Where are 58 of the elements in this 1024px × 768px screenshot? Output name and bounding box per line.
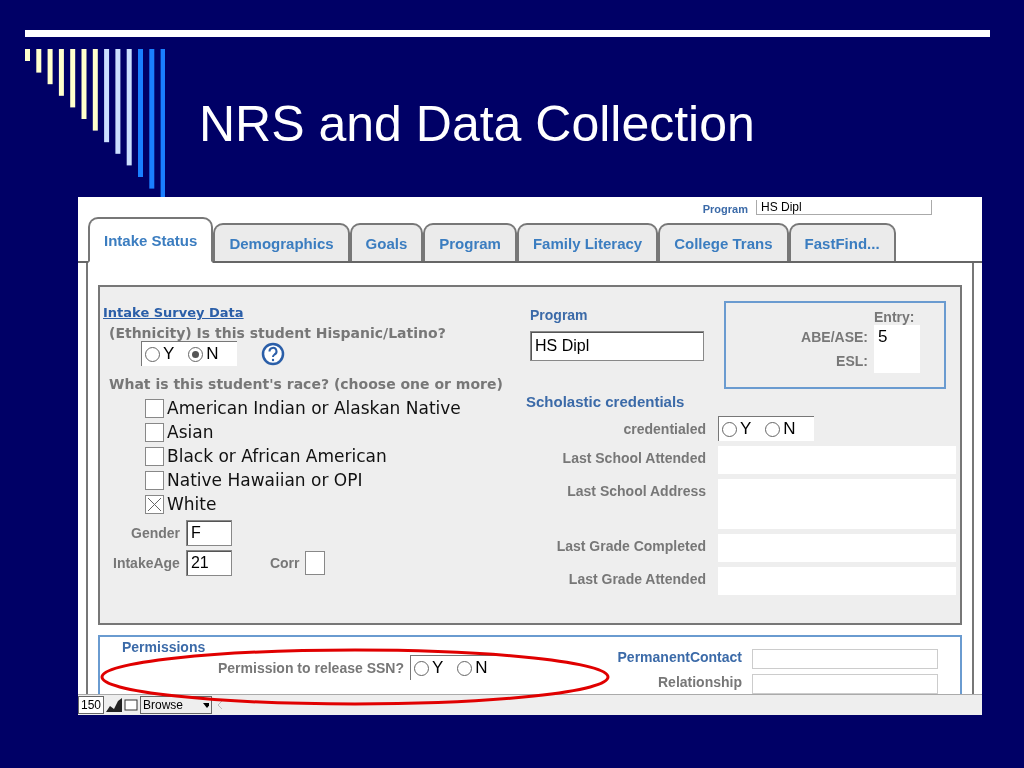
program-label: Program <box>702 203 748 215</box>
checkbox[interactable] <box>145 494 164 514</box>
contact-label: Relationship <box>657 673 742 692</box>
race-option[interactable]: American Indian or Alaskan Native <box>145 396 510 420</box>
help-icon[interactable] <box>260 341 285 366</box>
field-label: Last School Address <box>566 482 706 499</box>
tab[interactable]: FastFind... <box>788 223 896 261</box>
checkbox[interactable] <box>145 470 164 490</box>
program-field[interactable]: HS Dipl <box>530 331 704 361</box>
intake-age-field[interactable]: 21 <box>185 550 232 576</box>
tab[interactable]: College Trans <box>658 223 789 261</box>
contact-label: PermanentContact <box>616 649 742 667</box>
corr-label: Corr <box>269 555 300 571</box>
race-option[interactable]: Native Hawaiian or OPI <box>145 468 510 492</box>
radio-option[interactable]: N <box>457 658 488 678</box>
field-label: Last Grade Completed <box>555 537 706 554</box>
chart-icon[interactable] <box>106 698 123 712</box>
checkbox[interactable] <box>145 398 164 418</box>
radio-option[interactable]: N <box>188 344 219 364</box>
race-option[interactable]: White <box>145 492 510 516</box>
checkbox[interactable] <box>145 446 164 466</box>
text-field[interactable] <box>752 649 938 669</box>
tab[interactable]: Program <box>423 223 517 261</box>
text-field[interactable] <box>752 673 938 694</box>
radio-option[interactable]: N <box>765 419 796 439</box>
credentials-title: Scholastic credentials <box>526 393 686 410</box>
entry-field[interactable]: 5 <box>874 325 920 349</box>
tab[interactable]: Intake Status <box>88 217 214 263</box>
field-label: Last School Attended <box>561 449 706 466</box>
gender-field[interactable]: F <box>186 520 232 546</box>
race-option[interactable]: Asian <box>145 420 510 444</box>
entry-label: ESL: <box>836 353 868 369</box>
corr-checkbox[interactable] <box>305 551 326 575</box>
ethnicity-question: (Ethnicity) Is this student Hispanic/Latino? <box>109 325 447 341</box>
field-label: Last Grade Attended <box>567 570 706 587</box>
intake-survey-link[interactable]: Intake Survey Data <box>103 305 510 320</box>
caret-icon <box>203 702 210 708</box>
checkbox[interactable] <box>145 422 164 442</box>
ssn-label: Permission to release SSN? <box>218 659 404 676</box>
gender-label: Gender <box>131 525 180 541</box>
slide-title: NRS and Data Collection <box>199 95 755 153</box>
tab[interactable]: Demographics <box>213 223 350 261</box>
intake-age-label: IntakeAge <box>113 555 180 571</box>
credentialed-label: credentialed <box>623 420 706 437</box>
program-label: Program <box>530 307 589 323</box>
mode-dropdown[interactable]: Browse <box>140 696 213 714</box>
program-field[interactable]: HS Dipl <box>756 200 932 215</box>
record-count: 150 <box>78 696 105 714</box>
radio-option[interactable]: Y <box>145 344 175 364</box>
entry-title: Entry: <box>874 309 916 325</box>
radio-option[interactable]: Y <box>413 658 444 678</box>
race-question: What is this student's race? (choose one or more) <box>109 376 504 392</box>
entry-label: ABE/ASE: <box>801 329 868 345</box>
radio-option[interactable]: Y <box>722 419 752 439</box>
permissions-title: Permissions <box>122 639 207 655</box>
race-option[interactable]: Black or African American <box>145 444 510 468</box>
tab[interactable]: Family Literacy <box>516 223 659 261</box>
tab[interactable]: Goals <box>349 223 424 261</box>
